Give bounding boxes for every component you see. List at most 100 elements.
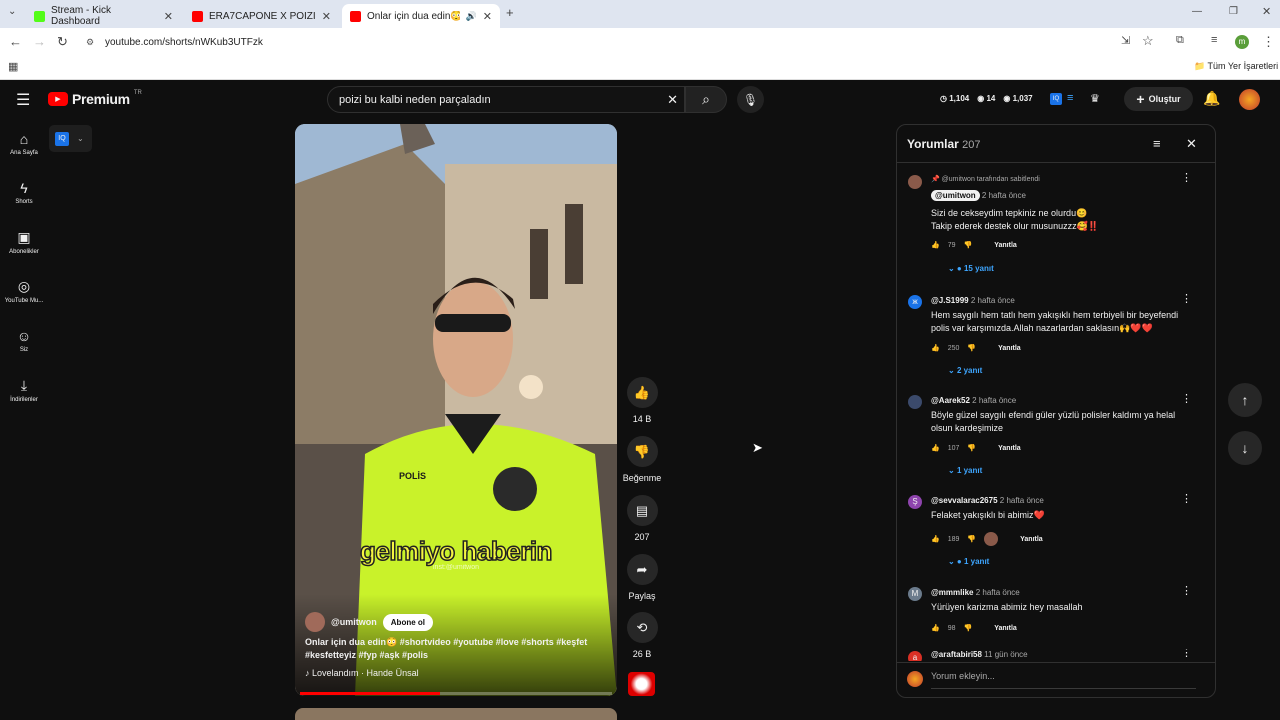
reload-icon[interactable]: ↻ (57, 34, 68, 50)
all-bookmarks[interactable]: 📁 Tüm Yer İşaretleri (1194, 61, 1278, 72)
sidebar-item-home[interactable]: ⌂ Ana Sayfa (0, 131, 48, 156)
iq-dropdown[interactable]: IQ ⌄ (49, 125, 92, 152)
comment-author[interactable]: @Aarek52 (931, 396, 970, 405)
channel-name[interactable]: @umitwon (331, 617, 377, 627)
reply-button[interactable]: Yanıtla (1020, 536, 1043, 543)
music-note-icon: ♪ (305, 668, 310, 678)
comment-menu-icon[interactable]: ⋮ (1181, 649, 1192, 659)
reply-button[interactable]: Yanıtla (998, 345, 1021, 352)
short-video-player[interactable]: POLİS gelmiyo haberin inst:@umitwon @umi… (295, 124, 617, 696)
comment-author[interactable]: @araftabiri58 (931, 650, 982, 659)
close-tab-icon[interactable]: ✕ (483, 10, 492, 23)
like-icon[interactable]: 👍 (931, 241, 940, 249)
sidebar-item-you[interactable]: ☺ Siz (0, 328, 48, 353)
search-button[interactable]: ⌕ (685, 86, 727, 113)
sound-thumbnail[interactable] (628, 672, 655, 696)
comment-menu-icon[interactable]: ⋮ (1181, 292, 1192, 305)
next-short-button[interactable]: ↓ (1228, 431, 1262, 465)
search-input[interactable]: poizi bu kalbi neden parçaladın ✕ (327, 86, 685, 113)
view-replies-button[interactable]: ⌄ 1 yanıt (948, 466, 982, 475)
install-icon[interactable]: ⇲ (1121, 34, 1130, 47)
comment-menu-icon[interactable]: ⋮ (1181, 392, 1192, 405)
dislike-icon[interactable]: 👎 (964, 624, 973, 632)
comment-author[interactable]: @umitwon (931, 190, 980, 201)
comment-author[interactable]: @sevvalarac2675 (931, 496, 998, 505)
view-replies-button[interactable]: ⌄ 2 yanıt (948, 366, 982, 375)
browser-menu-icon[interactable]: ⋮ (1262, 34, 1275, 50)
window-close-icon[interactable]: ✕ (1262, 5, 1271, 18)
tab-active-shorts[interactable]: Onlar için dua edin😳 #sho 🔊 ✕ (342, 4, 500, 28)
url-input[interactable]: ⚙ youtube.com/shorts/nWKub3UTFzk (80, 31, 1110, 53)
new-tab-icon[interactable]: + (506, 5, 514, 20)
comment-menu-icon[interactable]: ⋮ (1181, 584, 1192, 597)
like-icon[interactable]: 👍 (931, 344, 940, 352)
create-button[interactable]: + Oluştur (1124, 87, 1193, 111)
forward-icon[interactable]: → (33, 34, 46, 49)
remix-button[interactable]: ⟲ 26 B (626, 612, 658, 659)
comments-button[interactable]: ▤ 207 (626, 495, 658, 542)
restore-icon[interactable]: ❐ (1229, 6, 1238, 17)
media-control-icon[interactable]: ≡ (1211, 34, 1217, 46)
comment-menu-icon[interactable]: ⋮ (1181, 171, 1192, 184)
commenter-avatar[interactable] (908, 395, 922, 409)
like-icon[interactable]: 👍 (931, 444, 940, 452)
notifications-bell-icon[interactable]: 🔔 (1203, 90, 1220, 107)
next-short-preview[interactable] (295, 708, 617, 720)
share-button[interactable]: ➦ Paylaş (626, 554, 658, 601)
add-comment-input[interactable]: Yorum ekleyin... (931, 671, 1196, 689)
apps-grid-icon[interactable]: ▦ (8, 60, 18, 73)
progress-track[interactable] (300, 692, 612, 695)
comment-author[interactable]: @mmmlike (931, 588, 973, 597)
commenter-avatar[interactable]: Ş (908, 495, 922, 509)
minimize-icon[interactable]: — (1192, 6, 1202, 17)
comment-author[interactable]: @J.S1999 (931, 296, 969, 305)
comment-menu-icon[interactable]: ⋮ (1181, 492, 1192, 505)
like-icon[interactable]: 👍 (931, 624, 940, 632)
music-row[interactable]: ♪ Lovelandım · Hande Ünsal (305, 668, 419, 678)
previous-short-button[interactable]: ↑ (1228, 383, 1262, 417)
like-button[interactable]: 👍 14 B (626, 377, 658, 424)
channel-avatar[interactable] (305, 612, 325, 632)
view-replies-button[interactable]: ⌄ ● 15 yanıt (948, 264, 994, 273)
back-icon[interactable]: ← (9, 34, 22, 49)
dislike-icon[interactable]: 👎 (967, 344, 976, 352)
close-tab-icon[interactable]: ✕ (322, 10, 331, 23)
iq-extension-icon[interactable]: IQ (1050, 93, 1062, 105)
like-icon[interactable]: 👍 (931, 535, 940, 543)
hamburger-menu-icon[interactable]: ☰ (16, 90, 30, 110)
reply-button[interactable]: Yanıtla (994, 242, 1017, 249)
reply-button[interactable]: Yanıtla (998, 445, 1021, 452)
commenter-avatar[interactable] (908, 175, 922, 189)
sidebar-item-shorts[interactable]: ϟ Shorts (0, 180, 48, 205)
sidebar-item-music[interactable]: ◎ YouTube Mu... (0, 278, 48, 304)
dislike-icon[interactable]: 👎 (967, 535, 976, 543)
commenter-avatar[interactable]: ж (908, 295, 922, 309)
sidebar-item-subscriptions[interactable]: ▣ Abonelikler (0, 229, 48, 255)
clear-search-icon[interactable]: ✕ (667, 92, 678, 108)
commenter-avatar[interactable]: a (908, 651, 922, 661)
tab-search-icon[interactable]: ⌄ (8, 6, 16, 17)
account-avatar[interactable] (1239, 89, 1260, 110)
reply-button[interactable]: Yanıtla (994, 625, 1017, 632)
tab-kick[interactable]: Stream - Kick Dashboard ✕ (26, 4, 181, 28)
profile-avatar[interactable]: m (1235, 35, 1249, 49)
site-info-icon[interactable]: ⚙ (86, 37, 94, 48)
tab-era7capone[interactable]: ERA7CAPONE X POIZI - SONBA ✕ (184, 4, 339, 28)
extensions-icon[interactable]: ⧉ (1176, 34, 1184, 47)
dislike-button[interactable]: 👎 Beğenme (618, 436, 666, 483)
commenter-avatar[interactable]: M (908, 587, 922, 601)
view-replies-button[interactable]: ⌄ ● 1 yanıt (948, 557, 989, 566)
dislike-icon[interactable]: 👎 (967, 444, 976, 452)
speaker-icon[interactable]: 🔊 (466, 11, 477, 22)
trophy-icon[interactable]: ♛ (1090, 92, 1100, 105)
sidebar-item-downloads[interactable]: ⤓ İndirilenler (0, 377, 48, 403)
close-icon[interactable]: ✕ (1186, 136, 1197, 152)
list-extension-icon[interactable]: ≡ (1067, 92, 1073, 104)
youtube-premium-logo[interactable]: ▶ Premium TR (48, 90, 142, 107)
sort-icon[interactable]: ≡ (1153, 136, 1161, 151)
bookmark-star-icon[interactable]: ☆ (1142, 33, 1154, 49)
close-tab-icon[interactable]: ✕ (164, 10, 173, 23)
dislike-icon[interactable]: 👎 (964, 241, 973, 249)
voice-search-button[interactable]: 🎙 (737, 86, 764, 113)
subscribe-button[interactable]: Abone ol (382, 613, 433, 631)
